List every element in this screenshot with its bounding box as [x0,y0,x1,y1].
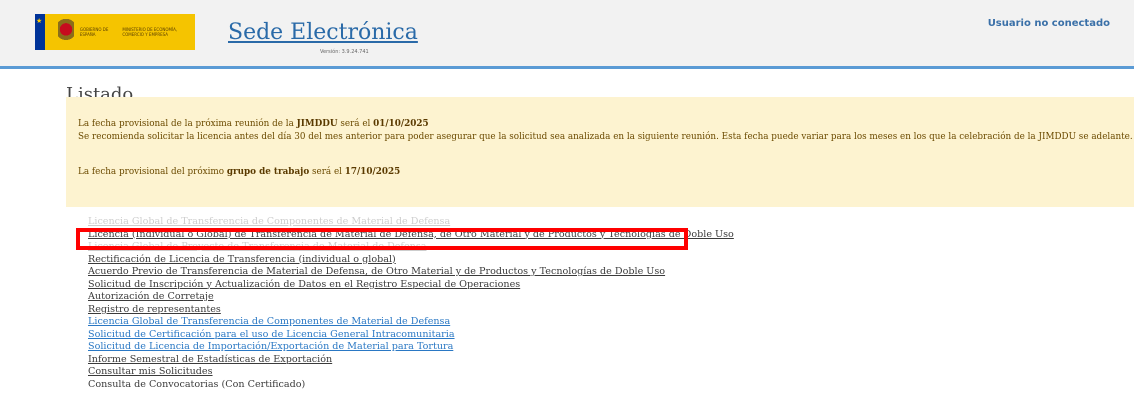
eu-flag-icon [35,14,45,50]
list-item: Registro de representantes [88,304,734,317]
procedure-link[interactable]: Solicitud de Certificación para el uso d… [88,329,455,340]
list-item: Licencia Global de Proyecto de Transfere… [88,241,734,254]
procedure-link[interactable]: Licencia Global de Proyecto de Transfere… [88,241,426,252]
coat-of-arms-icon [58,19,74,45]
procedure-link[interactable]: Autorización de Corretaje [88,291,214,302]
list-item: Licencia (Individual o Global) de Transf… [88,229,734,242]
procedure-link[interactable]: Consulta de Convocatorias (Con Certifica… [88,379,305,390]
list-item: Solicitud de Inscripción y Actualización… [88,279,734,292]
procedure-list: Licencia Global de Transferencia de Comp… [88,216,734,391]
site-header: Gobierno de España Ministerio de Economí… [0,0,1134,69]
procedure-link[interactable]: Registro de representantes [88,304,221,315]
list-item: Acuerdo Previo de Transferencia de Mater… [88,266,734,279]
list-item: Autorización de Corretaje [88,291,734,304]
procedure-link[interactable]: Solicitud de Inscripción y Actualización… [88,279,520,290]
list-item: Consulta de Convocatorias (Con Certifica… [88,379,734,392]
procedure-link-selected[interactable]: Licencia (Individual o Global) de Transf… [88,229,734,240]
list-item: Licencia Global de Transferencia de Comp… [88,216,734,229]
list-item: Solicitud de Certificación para el uso d… [88,329,734,342]
logo-government-text: Gobierno de España [79,27,109,37]
procedure-link[interactable]: Informe Semestral de Estadísticas de Exp… [88,354,332,365]
list-item: Informe Semestral de Estadísticas de Exp… [88,354,734,367]
site-title-link[interactable]: Sede Electrónica [228,20,418,45]
notice-meeting-date: La fecha provisional de la próxima reuni… [78,119,429,129]
notice-workgroup-date: La fecha provisional del próximo grupo d… [78,167,401,177]
user-status: Usuario no conectado [987,18,1110,29]
procedure-link[interactable]: Solicitud de Licencia de Importación/Exp… [88,341,453,352]
procedure-link[interactable]: Consultar mis Solicitudes [88,366,213,377]
procedure-link[interactable]: Rectificación de Licencia de Transferenc… [88,254,396,265]
notice-box: La fecha provisional de la próxima reuni… [66,97,1134,207]
procedure-link[interactable]: Acuerdo Previo de Transferencia de Mater… [88,266,665,277]
notice-recommendation: Se recomienda solicitar la licencia ante… [78,132,1133,142]
government-logo[interactable]: Gobierno de España Ministerio de Economí… [35,14,195,50]
list-item: Licencia Global de Transferencia de Comp… [88,316,734,329]
procedure-link[interactable]: Licencia Global de Transferencia de Comp… [88,216,450,227]
list-item: Solicitud de Licencia de Importación/Exp… [88,341,734,354]
version-label: Versión: 3.9.24.741 [320,49,369,55]
list-item: Rectificación de Licencia de Transferenc… [88,254,734,267]
list-item: Consultar mis Solicitudes [88,366,734,379]
procedure-link[interactable]: Licencia Global de Transferencia de Comp… [88,316,450,327]
logo-ministry-text: Ministerio de Economía, Comercio y Empre… [122,27,178,37]
